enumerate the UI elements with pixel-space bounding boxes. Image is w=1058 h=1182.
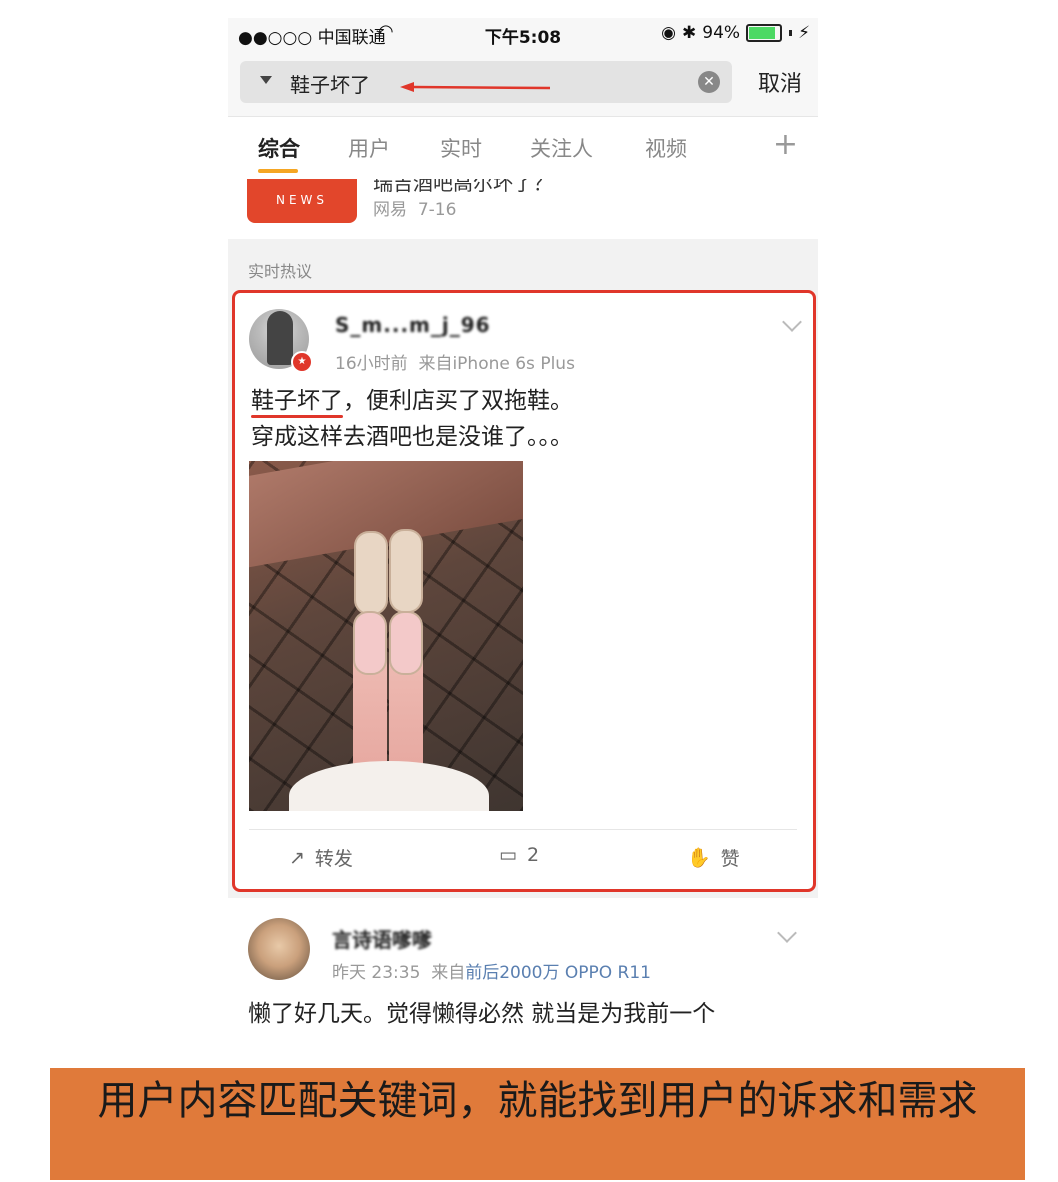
search-query-text: 鞋子坏了 xyxy=(290,73,370,97)
filter-tabs: 综合 用户 实时 关注人 视频 + xyxy=(228,116,818,180)
clear-icon[interactable]: ✕ xyxy=(698,71,720,93)
tab-comprehensive[interactable]: 综合 xyxy=(258,133,300,163)
chevron-down-icon[interactable] xyxy=(777,923,797,943)
battery-icon xyxy=(746,24,783,42)
tab-realtime[interactable]: 实时 xyxy=(440,133,482,163)
post-card[interactable]: ★ S_m...m_j_96 16小时前 来自iPhone 6s Plus 鞋子… xyxy=(232,290,816,892)
post-card[interactable]: 言诗语嗲嗲 昨天 23:35 来自前后2000万 OPPO R11 懒了好几天。… xyxy=(228,898,818,1030)
share-icon: ↗ xyxy=(289,846,305,869)
thumbs-up-icon: ✋ xyxy=(687,847,711,869)
annotation-arrow-icon xyxy=(400,82,551,92)
battery-percent: 94% xyxy=(702,23,741,43)
active-tab-indicator xyxy=(258,169,298,173)
post-image[interactable] xyxy=(249,461,523,811)
add-tab-icon[interactable]: + xyxy=(773,127,798,162)
verified-badge-icon: ★ xyxy=(291,351,313,373)
tab-users[interactable]: 用户 xyxy=(348,133,390,163)
like-button[interactable]: ✋ 赞 xyxy=(687,844,740,871)
post-meta: 昨天 23:35 来自前后2000万 OPPO R11 xyxy=(332,963,651,983)
search-type-dropdown-icon[interactable] xyxy=(260,76,272,84)
post-meta: 16小时前 来自iPhone 6s Plus xyxy=(335,354,575,374)
news-item[interactable]: NEWS 瑞吉酒吧高尔坏了？ 网易 7-16 xyxy=(228,179,818,239)
post-username[interactable]: 言诗语嗲嗲 xyxy=(332,924,432,953)
keyword-highlight: 鞋子坏了 xyxy=(251,388,343,418)
comment-button[interactable]: ▭ 2 xyxy=(499,844,539,866)
caption-banner: 用户内容匹配关键词，就能找到用户的诉求和需求 xyxy=(50,1068,1025,1180)
comment-icon: ▭ xyxy=(499,844,517,866)
post-text: 鞋子坏了 ，便利店买了双拖鞋。 穿成这样去酒吧也是没谁了。。。 xyxy=(251,388,573,450)
post-username[interactable]: S_m...m_j_96 xyxy=(335,313,491,337)
search-input[interactable]: 鞋子坏了 ✕ xyxy=(240,61,732,103)
repost-button[interactable]: ↗ 转发 xyxy=(289,844,353,871)
charging-icon: ⚡ xyxy=(798,23,810,43)
news-meta: 网易 7-16 xyxy=(373,200,457,220)
rotation-lock-icon: ◉ xyxy=(661,23,677,43)
section-label: 实时热议 xyxy=(248,262,313,281)
phone-screen: ●●○○○ 中国联通 ◠ 下午5:08 ◉ ✱ 94% ⚡ 鞋子坏了 ✕ 取消 … xyxy=(228,18,818,1030)
news-logo: NEWS xyxy=(247,179,357,223)
news-title: 瑞吉酒吧高尔坏了？ xyxy=(373,179,553,195)
avatar[interactable] xyxy=(248,918,310,980)
post-actions: ↗ 转发 ▭ 2 ✋ 赞 xyxy=(249,829,797,886)
chevron-down-icon[interactable] xyxy=(782,312,802,332)
tab-following[interactable]: 关注人 xyxy=(530,133,593,163)
cancel-button[interactable]: 取消 xyxy=(758,66,802,98)
tab-video[interactable]: 视频 xyxy=(645,133,687,163)
status-bar: ●●○○○ 中国联通 ◠ 下午5:08 ◉ ✱ 94% ⚡ xyxy=(228,18,818,48)
search-bar: 鞋子坏了 ✕ 取消 xyxy=(228,48,818,116)
bluetooth-icon: ✱ xyxy=(682,23,697,43)
post-text: 懒了好几天。觉得懒得必然 就当是为我前一个 xyxy=(248,1001,716,1027)
